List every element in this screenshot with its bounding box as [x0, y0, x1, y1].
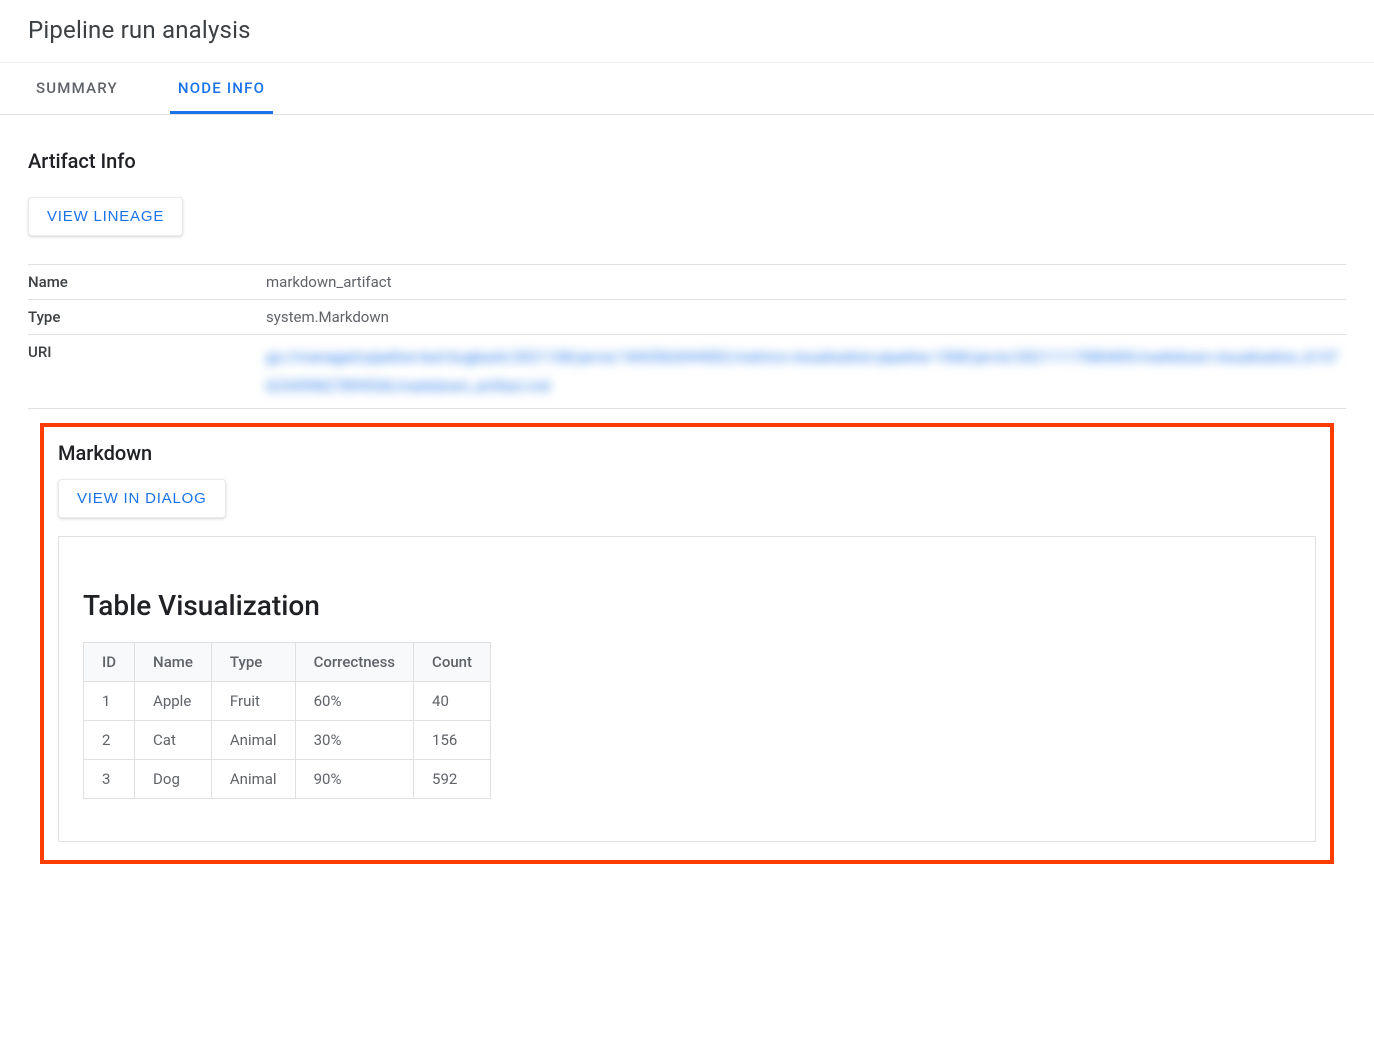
cell-id: 1: [84, 682, 135, 721]
cell-correctness: 60%: [295, 682, 413, 721]
info-row-uri: URI gs://managed-pipeline-test-bugbash/2…: [28, 335, 1346, 409]
cell-id: 3: [84, 760, 135, 799]
table-header-row: ID Name Type Correctness Count: [84, 643, 491, 682]
cell-type: Animal: [211, 760, 295, 799]
col-type: Type: [211, 643, 295, 682]
cell-name: Apple: [135, 682, 212, 721]
table-row: 2 Cat Animal 30% 156: [84, 721, 491, 760]
tab-summary[interactable]: SUMMARY: [28, 63, 126, 114]
cell-correctness: 30%: [295, 721, 413, 760]
markdown-highlight-box: Markdown VIEW IN DIALOG Table Visualizat…: [40, 423, 1334, 864]
artifact-info-title: Artifact Info: [28, 149, 1346, 173]
info-row-name: Name markdown_artifact: [28, 265, 1346, 300]
markdown-section-title: Markdown: [58, 441, 1316, 465]
markdown-panel: Table Visualization ID Name Type Correct…: [58, 536, 1316, 842]
col-correctness: Correctness: [295, 643, 413, 682]
info-key: URI: [28, 343, 266, 400]
info-key: Name: [28, 273, 266, 291]
info-key: Type: [28, 308, 266, 326]
view-in-dialog-button[interactable]: VIEW IN DIALOG: [58, 479, 226, 518]
cell-count: 40: [414, 682, 491, 721]
info-row-type: Type system.Markdown: [28, 300, 1346, 335]
table-row: 1 Apple Fruit 60% 40: [84, 682, 491, 721]
cell-name: Dog: [135, 760, 212, 799]
tab-node-info[interactable]: NODE INFO: [170, 63, 273, 114]
cell-id: 2: [84, 721, 135, 760]
view-lineage-button[interactable]: VIEW LINEAGE: [28, 197, 183, 236]
cell-count: 156: [414, 721, 491, 760]
page-title: Pipeline run analysis: [0, 0, 1374, 62]
col-name: Name: [135, 643, 212, 682]
table-row: 3 Dog Animal 90% 592: [84, 760, 491, 799]
col-count: Count: [414, 643, 491, 682]
uri-link[interactable]: gs://managed-pipeline-test-bugbash/20211…: [266, 343, 1346, 400]
cell-type: Fruit: [211, 682, 295, 721]
tabs: SUMMARY NODE INFO: [0, 62, 1374, 115]
artifact-info-table: Name markdown_artifact Type system.Markd…: [28, 264, 1346, 409]
info-val: system.Markdown: [266, 308, 1346, 326]
cell-correctness: 90%: [295, 760, 413, 799]
info-val: markdown_artifact: [266, 273, 1346, 291]
cell-count: 592: [414, 760, 491, 799]
viz-table: ID Name Type Correctness Count 1 Apple F…: [83, 642, 491, 799]
content: Artifact Info VIEW LINEAGE Name markdown…: [0, 115, 1374, 888]
col-id: ID: [84, 643, 135, 682]
viz-title: Table Visualization: [83, 589, 1291, 622]
cell-type: Animal: [211, 721, 295, 760]
cell-name: Cat: [135, 721, 212, 760]
